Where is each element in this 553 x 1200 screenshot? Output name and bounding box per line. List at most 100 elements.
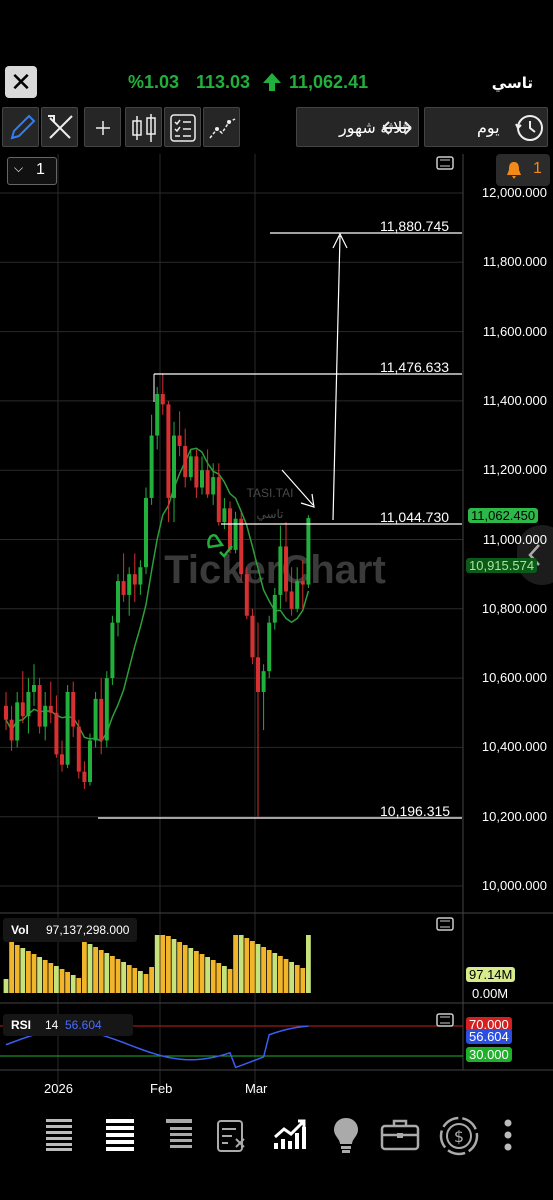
target-arrow [332, 235, 341, 521]
bell-icon [507, 162, 521, 179]
volume-bar [272, 953, 278, 993]
symbol-watermark-sub: تاسي [256, 507, 283, 521]
ma-value-badge: 10,915.574 [466, 558, 538, 573]
level-label: 11,044.730 [380, 509, 450, 525]
volume-bar [138, 971, 143, 993]
alerts-count: 1 [533, 160, 542, 177]
volume-bar [233, 935, 238, 993]
compare-button[interactable] [203, 107, 240, 147]
candle-body [183, 445, 188, 478]
volume-bar [82, 941, 87, 993]
volume-bar [171, 939, 177, 993]
chart-icon[interactable] [272, 1117, 308, 1153]
volume-bar [48, 963, 54, 993]
volume-bar [132, 968, 138, 993]
candle-body [200, 470, 204, 488]
price-axis-label: 11,400.000 [482, 392, 547, 408]
candle-body [76, 726, 81, 772]
volume-bar [289, 962, 294, 993]
candle-body [205, 470, 210, 495]
candle-body [65, 691, 70, 765]
close-icon: ✕ [10, 67, 32, 97]
candle-body [99, 698, 104, 741]
close-button[interactable]: ✕ [5, 66, 37, 98]
candle-body [284, 546, 288, 592]
chevron-down-icon: ⌵ [14, 161, 24, 175]
candle-body [216, 477, 221, 523]
volume-bar [87, 944, 93, 993]
change-percent: %1.03 [128, 72, 180, 92]
candle-body [267, 622, 272, 672]
candle-body [160, 393, 165, 405]
candle-body [272, 594, 277, 623]
crosshair-icon [96, 121, 110, 135]
candle-body [104, 678, 109, 741]
volume-bar [126, 965, 132, 993]
candle-body [71, 691, 76, 727]
candle-body [233, 518, 238, 550]
maximize-icon[interactable] [436, 155, 454, 176]
candle-body [15, 702, 20, 741]
rsi-legend: RSI 14 56.604 [3, 1014, 133, 1036]
candle-body [211, 477, 216, 495]
briefcase-icon[interactable] [380, 1119, 420, 1151]
volume-badge: 97.14M [466, 967, 516, 982]
candle-body [172, 435, 176, 498]
history-icon [515, 115, 543, 141]
candle-body [93, 698, 98, 741]
volume-bar [244, 938, 250, 993]
volume-bar [37, 957, 42, 993]
pane-count: 1 [36, 161, 45, 178]
alerts-button[interactable]: 1 [496, 154, 550, 186]
candle-body [127, 574, 132, 595]
volume-bar [65, 972, 70, 993]
candle-body [256, 657, 260, 692]
volume-maximize-icon[interactable] [436, 916, 454, 937]
portfolio-icon[interactable] [216, 1119, 246, 1153]
candle-body [289, 591, 294, 609]
volume-bar [110, 956, 115, 993]
volume-bar [20, 948, 26, 993]
money-icon[interactable]: $ [438, 1115, 480, 1157]
price-axis-label: 10,200.000 [481, 808, 547, 824]
pane-dropdown[interactable]: ⌵ 1 [7, 157, 57, 185]
candle-body [222, 508, 227, 523]
watchlist-icon[interactable] [106, 1119, 134, 1151]
crosshair-button[interactable] [84, 107, 121, 147]
candle-body [48, 705, 53, 713]
volume-bar [205, 957, 210, 993]
candle-body [155, 393, 160, 436]
indicators-button[interactable] [164, 107, 201, 147]
more-icon[interactable] [502, 1119, 514, 1151]
idea-icon[interactable] [332, 1116, 360, 1154]
candle-body [37, 685, 42, 727]
x-axis-label: Mar [245, 1081, 268, 1096]
tools-button[interactable] [41, 107, 78, 147]
candle-body [194, 456, 199, 488]
rsi-maximize-icon[interactable] [436, 1012, 454, 1033]
orders-icon[interactable] [166, 1119, 192, 1151]
rsi-value-badge: 56.604 [466, 1029, 512, 1044]
volume-bar [182, 945, 188, 993]
last-price: 11,062.41 [289, 72, 369, 92]
x-axis-label: Feb [150, 1081, 173, 1096]
volume-bar [149, 967, 154, 993]
chart-type-button[interactable] [125, 107, 162, 147]
candle-body [26, 691, 31, 717]
list-icon[interactable] [46, 1119, 72, 1151]
svg-text:$: $ [454, 1127, 464, 1146]
volume-bar [177, 942, 182, 993]
line-chart-icon [209, 118, 236, 139]
price-chart[interactable]: TickerChart TASI.TAI تاسي [0, 154, 553, 1109]
volume-bar [266, 950, 272, 993]
volume-bar [160, 935, 166, 993]
period-selector[interactable]: ثلاثة شهور [296, 107, 419, 147]
volume-bar [283, 959, 289, 993]
draw-tool-button[interactable] [2, 107, 39, 147]
candle-body [295, 581, 300, 609]
volume-bar [121, 962, 126, 993]
interval-selector[interactable]: يوم [424, 107, 548, 147]
volume-bar [154, 935, 160, 993]
candle-body [121, 581, 126, 595]
volume-bar [42, 960, 48, 993]
